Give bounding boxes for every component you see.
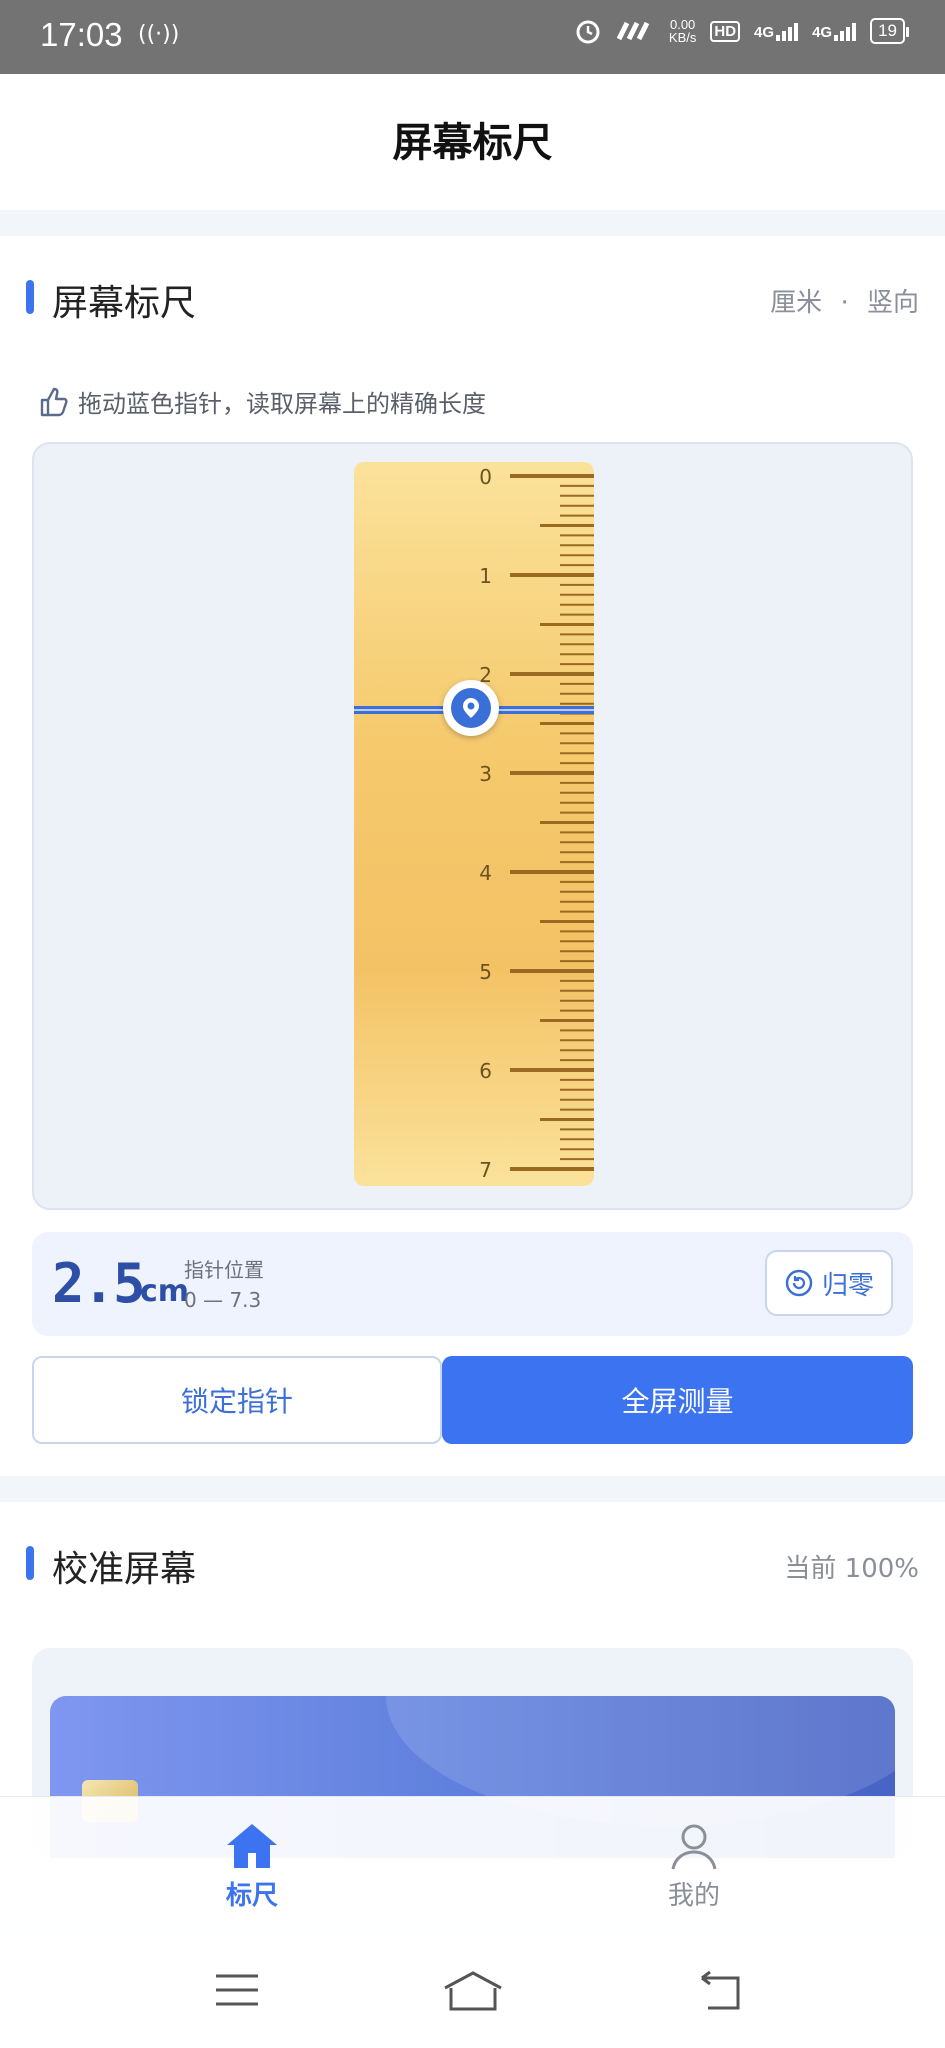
calibration-section-header: 校准屏幕 当前 100% [0,1540,945,1590]
speed-unit: KB/s [668,30,697,45]
page-title: 屏幕标尺 [392,120,553,166]
reset-icon [785,1269,813,1297]
status-icons: 0.00 KB/s HD 4G 4G 19 [575,18,909,44]
ruler-section-title: 屏幕标尺 [52,283,197,324]
ruler-tick-label: 6 [479,1059,492,1083]
tab-ruler-label: 标尺 [225,1881,278,1911]
alarm-icon [576,20,600,44]
network-4g-2-label: 4G [812,24,833,41]
ruler-tick-label: 3 [479,762,492,786]
ruler-panel: 01234567 [32,442,913,1210]
ruler-tick-label: 7 [479,1158,492,1182]
meta-separator: · [840,288,849,318]
menu-icon[interactable] [214,1970,260,2010]
section-accent-bar-2 [26,1546,34,1580]
network-speed: 0.00 KB/s [669,18,696,44]
ruler-section-header: 屏幕标尺 厘米 · 竖向 [0,274,945,324]
signal-bars-icon-2 [834,21,857,41]
ruler-ticks: 01234567 [479,465,594,1182]
reset-zero-label: 归零 [821,1270,874,1301]
reading-value: 2.5 [52,1252,146,1315]
user-icon [671,1824,717,1870]
home-icon [227,1824,277,1868]
orientation-label: 竖向 [866,288,919,318]
ruler-tick-label: 5 [479,960,492,984]
tab-ruler[interactable]: 标尺 [172,1821,332,1912]
ruler[interactable]: 01234567 [354,462,594,1186]
home-nav-icon[interactable] [442,1970,504,2012]
ruler-tick-label: 0 [479,465,492,489]
hint-label: 拖动蓝色指针，读取屏幕上的精确长度 [78,390,486,418]
section-accent-bar [26,280,34,314]
hd-badge: HD [710,20,741,42]
reset-zero-button[interactable]: 归零 [765,1250,893,1316]
reading-unit: cm [140,1274,190,1309]
reading-label: 指针位置 [184,1258,264,1282]
ruler-tick-label: 4 [479,861,492,885]
hotspot-icon: ((·)) [138,22,180,47]
ruler-mode-meta[interactable]: 厘米 · 竖向 [770,282,919,319]
location-pin-icon [451,688,491,728]
system-nav-bar [0,1926,945,2048]
network-4g-1: 4G [754,21,799,41]
lock-pointer-button[interactable]: 锁定指针 [32,1356,442,1444]
battery-icon: 19 [870,18,909,44]
fullscreen-measure-button[interactable]: 全屏测量 [442,1356,913,1444]
network-4g-2: 4G [812,21,857,41]
ruler-tick-label: 1 [479,564,492,588]
network-4g-1-label: 4G [754,24,775,41]
thumbs-up-icon [40,387,68,416]
ruler-section: 屏幕标尺 厘米 · 竖向 拖动蓝色指针，读取屏幕上的精确长度 01234567 … [0,236,945,1476]
signal-logo-icon [616,21,650,41]
back-icon[interactable] [694,1970,744,2010]
status-time: 17:03 [40,16,123,53]
nav-header: 屏幕标尺 [0,74,945,210]
hint-text: 拖动蓝色指针，读取屏幕上的精确长度 [36,384,486,419]
status-bar: 17:03 ((·)) 0.00 KB/s HD 4G 4G 19 [0,0,945,74]
tab-mine[interactable]: 我的 [614,1821,774,1912]
unit-label: 厘米 [770,288,823,318]
tab-mine-label: 我的 [667,1881,720,1911]
pointer-handle[interactable] [443,680,499,736]
bottom-tab-bar: 标尺 我的 [0,1796,945,1926]
signal-bars-icon [776,21,799,41]
reading-range: 0 — 7.3 [184,1288,262,1312]
reading-card: 2.5 cm 指针位置 0 — 7.3 归零 [32,1232,913,1336]
calibration-section-title: 校准屏幕 [52,1549,197,1590]
calibration-current: 当前 100% [784,1554,919,1584]
